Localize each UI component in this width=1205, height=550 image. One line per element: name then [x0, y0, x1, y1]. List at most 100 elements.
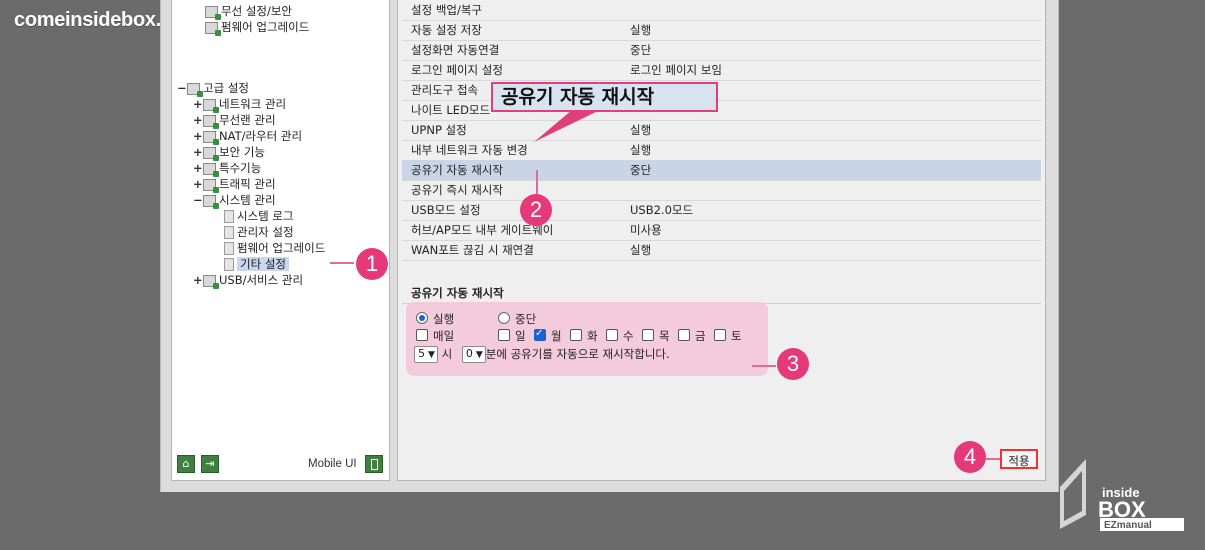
checkbox[interactable] [678, 329, 690, 341]
expand-toggle[interactable]: + [193, 176, 203, 192]
page-icon [224, 210, 234, 223]
callout-pointer [534, 110, 600, 142]
settings-row[interactable]: 공유기 자동 재시작 중단 [402, 160, 1041, 181]
checkbox-day[interactable]: 목 [642, 329, 670, 343]
settings-row[interactable]: 설정화면 자동연결 중단 [402, 40, 1041, 61]
tree-item-nat[interactable]: + NAT/라우터 관리 [193, 128, 302, 145]
tree-item-firmware[interactable]: 펌웨어 업그레이드 [205, 19, 309, 36]
day-label: 토 [731, 329, 742, 343]
tree-item-system[interactable]: − 시스템 관리 [193, 192, 276, 209]
checkbox[interactable] [534, 327, 546, 341]
settings-row[interactable]: 공유기 즉시 재시작 [402, 180, 1041, 201]
radio-button[interactable] [498, 312, 510, 324]
settings-row[interactable]: 설정 백업/복구 [402, 0, 1041, 21]
special-icon [203, 162, 219, 177]
expand-toggle[interactable]: + [193, 96, 203, 112]
settings-row[interactable]: USB모드 설정 USB2.0모드 [402, 200, 1041, 221]
lock-icon [203, 146, 219, 161]
tree-item-misc-settings[interactable]: 기타 설정 [222, 256, 289, 272]
mobile-ui-link[interactable]: Mobile UI [308, 458, 357, 470]
settings-row[interactable]: UPNP 설정 실행 [402, 120, 1041, 141]
annotation-badge-1: 1 [356, 248, 388, 280]
annotation-badge-3: 3 [777, 348, 809, 380]
checkbox-day[interactable]: 화 [570, 329, 598, 343]
checkbox-day[interactable]: 수 [606, 329, 634, 343]
expand-toggle[interactable]: + [193, 128, 203, 144]
annotation-connector [536, 170, 538, 194]
page-icon [224, 226, 234, 239]
expand-toggle[interactable]: + [193, 160, 203, 176]
apply-button[interactable]: 적용 [1000, 449, 1038, 469]
settings-row-label: WAN포트 끊김 시 재연결 [411, 243, 534, 257]
expand-toggle[interactable]: + [193, 272, 203, 288]
tree-item-security[interactable]: + 보안 기능 [193, 144, 265, 161]
settings-row[interactable]: 로그인 페이지 설정 로그인 페이지 보임 [402, 60, 1041, 81]
checkbox[interactable] [606, 329, 618, 341]
settings-row-value: 로그인 페이지 보임 [630, 63, 722, 77]
tree-item-advanced[interactable]: − 고급 설정 [177, 80, 249, 97]
radio-button[interactable] [416, 312, 428, 324]
settings-row-label: 공유기 즉시 재시작 [411, 183, 503, 197]
hour-select[interactable]: 5 ▼ [414, 346, 438, 363]
logout-icon[interactable]: ⇥ [201, 455, 219, 473]
settings-row-value: 중단 [630, 163, 652, 177]
annotation-connector [752, 365, 776, 367]
navigation-tree: 무선 설정/보안 펌웨어 업그레이드 − 고급 설정 + 네트워크 관리 + 무선랜 … [171, 0, 390, 481]
checkbox[interactable] [570, 329, 582, 341]
checkbox[interactable] [416, 329, 428, 341]
settings-row[interactable]: 허브/AP모드 내부 게이트웨이 미사용 [402, 220, 1041, 241]
radio-run[interactable]: 실행 [416, 312, 454, 326]
tree-item-special[interactable]: + 특수기능 [193, 160, 261, 177]
annotation-badge-2: 2 [520, 194, 552, 226]
tree-item-syslog[interactable]: 시스템 로그 [222, 208, 294, 224]
firmware-icon [205, 21, 221, 36]
home-icon[interactable]: ⌂ [177, 455, 195, 473]
collapse-toggle[interactable]: − [177, 80, 187, 96]
checkbox-day[interactable]: 토 [714, 329, 742, 343]
annotation-badge-4: 4 [954, 441, 986, 473]
tree-item-network[interactable]: + 네트워크 관리 [193, 96, 286, 113]
checkbox-day[interactable]: 금 [678, 329, 706, 343]
traffic-icon [203, 178, 219, 193]
checkbox-day[interactable]: 일 [498, 329, 526, 343]
settings-row-label: 설정화면 자동연결 [411, 43, 500, 57]
settings-row-value: 실행 [630, 143, 652, 157]
insidebox-logo: inside BOX EZmanual [1060, 459, 1184, 531]
tree-item-traffic[interactable]: + 트래픽 관리 [193, 176, 276, 193]
section-title: 공유기 자동 재시작 [402, 283, 1041, 304]
tree-item-wlan[interactable]: + 무선랜 관리 [193, 112, 276, 129]
settings-row-label: 나이트 LED모드 [411, 103, 491, 117]
checkbox-daily[interactable]: 매일 [416, 329, 454, 343]
expand-toggle[interactable]: + [193, 144, 203, 160]
checkbox[interactable] [714, 329, 726, 341]
tree-item-admin[interactable]: 관리자 설정 [222, 224, 294, 240]
settings-row[interactable]: WAN포트 끊김 시 재연결 실행 [402, 240, 1041, 261]
tree-item-firmware-upgrade[interactable]: 펌웨어 업그레이드 [222, 240, 325, 256]
settings-row-value: 중단 [630, 43, 652, 57]
day-label: 월 [551, 329, 562, 343]
settings-row-label: 공유기 자동 재시작 [411, 163, 503, 177]
collapse-toggle[interactable]: − [193, 192, 203, 208]
wireless-icon [203, 114, 219, 129]
settings-row-value: 실행 [630, 243, 652, 257]
settings-row-label: 자동 설정 저장 [411, 23, 482, 37]
settings-row[interactable]: 자동 설정 저장 실행 [402, 20, 1041, 41]
settings-row[interactable]: 내부 네트워크 자동 변경 실행 [402, 140, 1041, 161]
chevron-down-icon: ▼ [428, 350, 435, 360]
mobile-icon[interactable] [365, 455, 383, 473]
checkbox[interactable] [498, 329, 510, 341]
expand-toggle[interactable]: + [193, 112, 203, 128]
minute-select[interactable]: 0 ▼ [461, 346, 486, 363]
settings-row-label: USB모드 설정 [411, 203, 481, 217]
router-icon [203, 130, 219, 145]
settings-row-value: 실행 [630, 23, 652, 37]
wireless-icon [205, 5, 221, 20]
radio-stop[interactable]: 중단 [498, 312, 536, 326]
tree-item-wireless-security[interactable]: 무선 설정/보안 [205, 3, 292, 20]
bottom-toolbar: ⌂ ⇥ [177, 455, 225, 473]
time-selector: 5 ▼ 시 0 ▼ 분에 공유기를 자동으로 재시작합니다. [414, 346, 670, 363]
checkbox[interactable] [642, 329, 654, 341]
logo-text-bottom: EZmanual [1104, 520, 1152, 531]
checkbox-day[interactable]: 월 [534, 327, 562, 343]
tree-item-usb[interactable]: + USB/서비스 관리 [193, 272, 303, 289]
